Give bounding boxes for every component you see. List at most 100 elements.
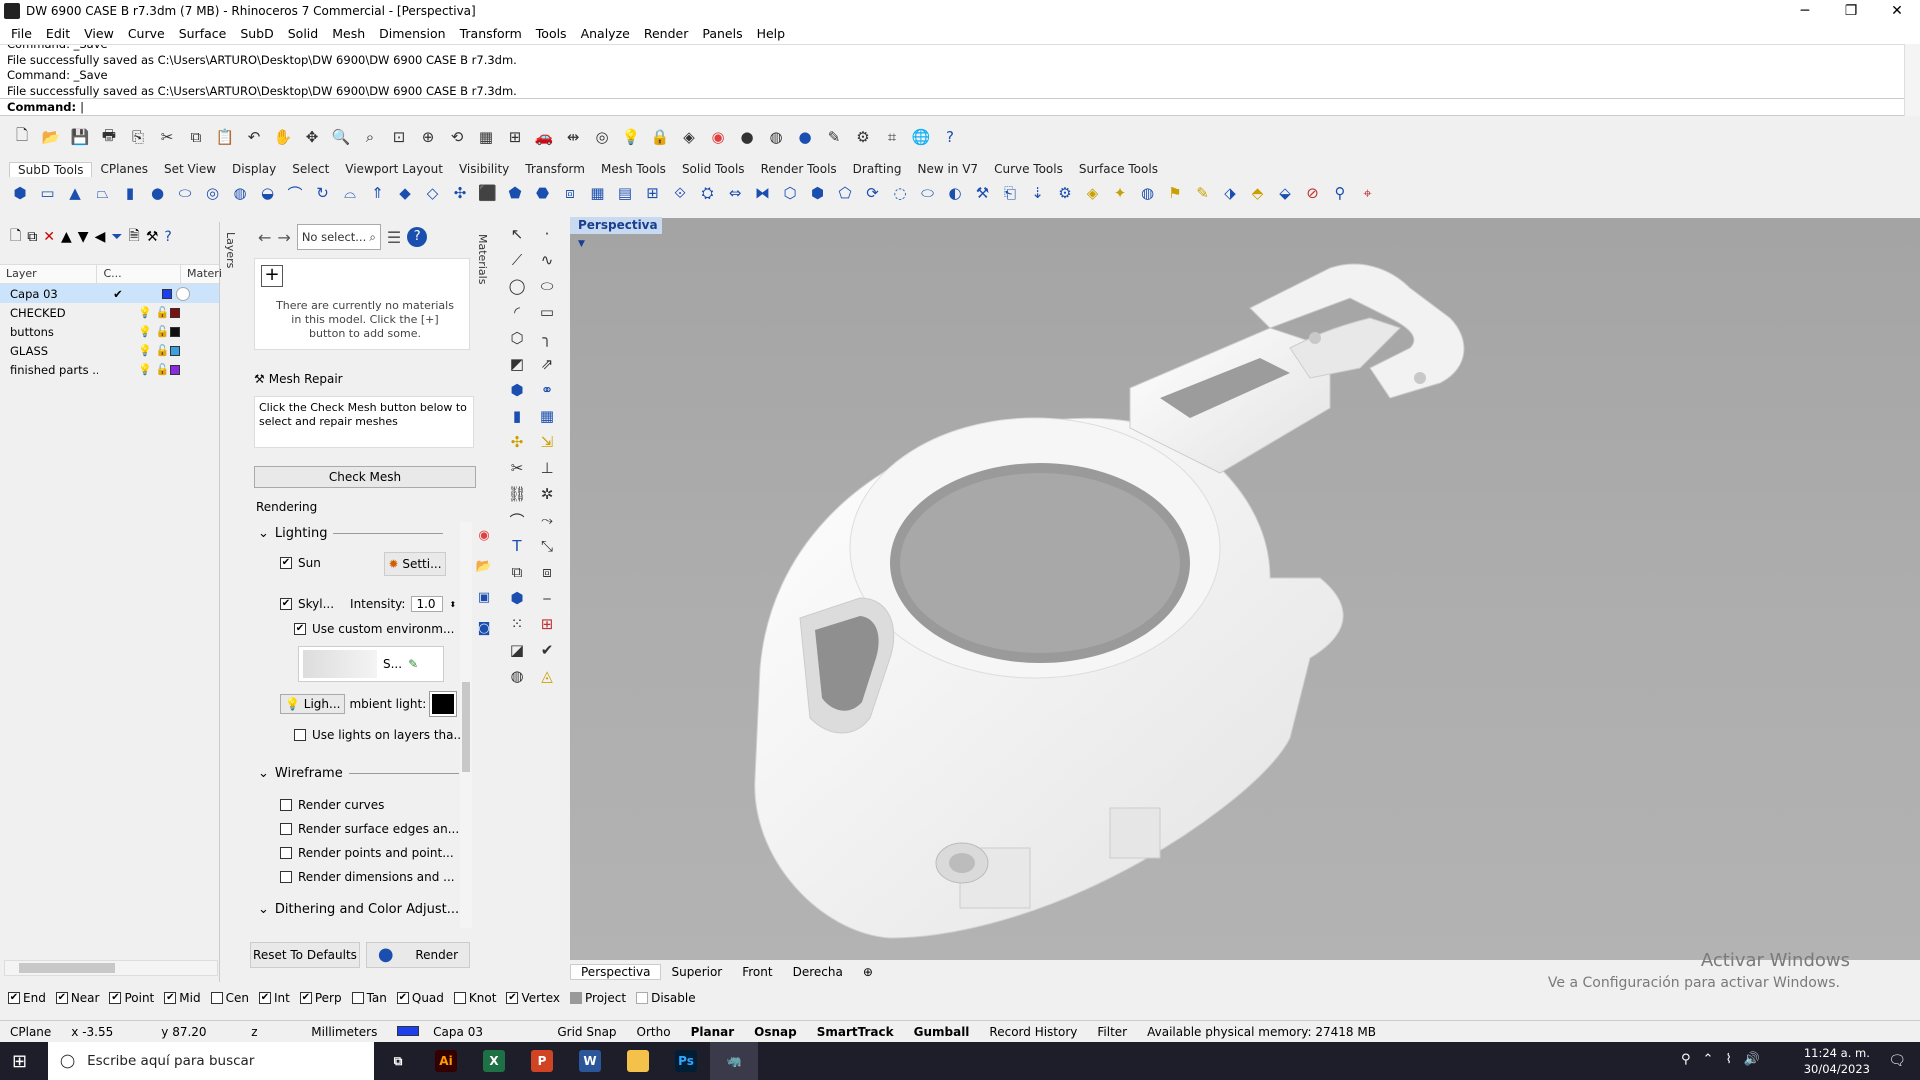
circle-icon[interactable]: ◯ (504, 274, 530, 298)
subd-orient-icon[interactable]: ⬘ (1246, 181, 1270, 205)
join-icon[interactable]: ⛓ (504, 482, 530, 506)
menu-dimension[interactable]: Dimension (372, 26, 452, 41)
array-icon[interactable]: ⁙ (504, 612, 530, 636)
web-icon[interactable]: 🌐 (909, 125, 933, 149)
command-history[interactable]: Command: _Save File successfully saved a… (0, 44, 1920, 98)
layer-icon[interactable]: ◈ (677, 125, 701, 149)
help-icon[interactable]: ? (407, 227, 428, 247)
explode-icon[interactable]: ✲ (534, 482, 560, 506)
menu-analyze[interactable]: Analyze (574, 26, 637, 41)
subd-grid-icon[interactable]: ⊞ (641, 181, 665, 205)
bulb-icon[interactable]: 💡 (138, 306, 152, 319)
color-wheel-icon[interactable]: ◉ (478, 528, 489, 543)
subd-disable-icon[interactable]: ⊘ (1301, 181, 1325, 205)
split-icon[interactable]: ⊥ (534, 456, 560, 480)
light-icon[interactable]: ◬ (534, 664, 560, 688)
status-cplane[interactable]: CPlane (0, 1025, 61, 1039)
undo-icon[interactable]: ↶ (242, 125, 266, 149)
rendering-scrollbar[interactable] (460, 522, 472, 928)
status-planar[interactable]: Planar (681, 1025, 745, 1039)
tools-icon[interactable]: 🗎 (129, 225, 140, 249)
zoom-extents-icon[interactable]: ⊡ (387, 125, 411, 149)
wireframe-section[interactable]: ⌄ Wireframe (258, 766, 459, 781)
subd-display-icon[interactable]: ⬭ (916, 181, 940, 205)
subd-symmetry-icon[interactable]: ⧓ (751, 181, 775, 205)
environment-selector[interactable]: S... ✎ (298, 646, 444, 682)
lighting-section[interactable]: ⌄ Lighting (258, 526, 444, 541)
file-explorer-icon[interactable] (614, 1042, 662, 1080)
subd-cone-icon[interactable]: ▲ (63, 181, 87, 205)
render-points-option[interactable]: Render points and point... (280, 846, 454, 860)
lock-icon[interactable]: 🔓 (156, 363, 170, 376)
intensity-input[interactable]: 1.0 (411, 596, 444, 612)
options-icon[interactable]: ⚙ (851, 125, 875, 149)
box-icon[interactable]: ⬢ (504, 378, 530, 402)
subd-brush-icon[interactable]: ✎ (1191, 181, 1215, 205)
surface-icon[interactable]: ◩ (504, 352, 530, 376)
tab-display[interactable]: Display (224, 162, 284, 176)
tab-derecha[interactable]: Derecha (783, 965, 853, 979)
network-icon[interactable]: ⚲ (1681, 1052, 1691, 1067)
taskbar-search[interactable]: ◯ Escribe aquí para buscar (48, 1042, 374, 1080)
select-icon[interactable]: ◎ (590, 125, 614, 149)
move-down-icon[interactable]: ▼ (78, 229, 89, 245)
task-view-icon[interactable]: ⧉ (374, 1042, 422, 1080)
spinner-icon[interactable]: ⬍ (449, 600, 456, 609)
transform-icon[interactable]: ✣ (504, 430, 530, 454)
wifi-icon[interactable]: ⌇ (1725, 1052, 1731, 1067)
wrench-icon[interactable]: ⚒ (146, 229, 159, 245)
lock-icon[interactable]: 🔓 (156, 325, 170, 338)
osnap-cen[interactable]: Cen (210, 991, 249, 1005)
mesh-icon[interactable]: ▦ (534, 404, 560, 428)
lock-icon[interactable]: 🔒 (648, 125, 672, 149)
material-icon[interactable] (176, 286, 190, 301)
subd-flag-icon[interactable]: ⚑ (1163, 181, 1187, 205)
help-icon[interactable]: ? (164, 229, 171, 245)
subd-ring-icon[interactable]: ◌ (888, 181, 912, 205)
viewport-title[interactable]: Perspectiva ▼ (570, 217, 662, 249)
image-icon[interactable]: ▣ (478, 590, 490, 605)
trim-icon[interactable]: ✂ (504, 456, 530, 480)
layer-row[interactable]: Capa 03 ✔ (0, 284, 219, 303)
move-up-icon[interactable]: ▲ (61, 229, 72, 245)
tab-perspectiva[interactable]: Perspectiva (570, 964, 662, 980)
sun-checkbox[interactable]: ✔ (280, 557, 292, 569)
subd-insert-point-icon[interactable]: ✣ (448, 181, 472, 205)
custom-env-option[interactable]: ✔ Use custom environm... (294, 622, 454, 636)
subd-globe-icon[interactable]: ◍ (1136, 181, 1160, 205)
open-file-icon[interactable]: 📂 (39, 125, 63, 149)
menu-help[interactable]: Help (750, 26, 793, 41)
tab-surface-tools[interactable]: Surface Tools (1071, 162, 1166, 176)
subd-pack-icon[interactable]: ⬙ (1273, 181, 1297, 205)
tab-transform[interactable]: Transform (517, 162, 593, 176)
copy-icon[interactable]: ⧉ (184, 125, 208, 149)
lock-icon[interactable]: 🔓 (156, 344, 170, 357)
zoom-icon[interactable]: 🔍 (329, 125, 353, 149)
tab-viewport-layout[interactable]: Viewport Layout (337, 162, 451, 176)
tab-drafting[interactable]: Drafting (845, 162, 910, 176)
block-icon[interactable]: ⧈ (534, 560, 560, 584)
subd-tools-icon[interactable]: ⚒ (971, 181, 995, 205)
subd-box-icon[interactable]: ⬢ (8, 181, 32, 205)
dimension-icon[interactable]: ⇹ (561, 125, 585, 149)
menu-subd[interactable]: SubD (233, 26, 280, 41)
skylight-option[interactable]: ✔ Skyl... Intensity: 1.0 ⬍ (280, 596, 456, 612)
subd-ellipsoid-icon[interactable]: ⬭ (173, 181, 197, 205)
help-icon[interactable]: ? (938, 125, 962, 149)
boolean-icon[interactable]: ⚭ (534, 378, 560, 402)
photoshop-icon[interactable]: Ps (662, 1042, 710, 1080)
subd-weld-icon[interactable]: ⛭ (696, 181, 720, 205)
search-icon[interactable]: ⌕ (369, 227, 375, 247)
menu-panels[interactable]: Panels (695, 26, 749, 41)
subd-extract-icon[interactable]: ⎗ (998, 181, 1022, 205)
col-current[interactable]: C... (97, 264, 181, 284)
status-units[interactable]: Millimeters (301, 1025, 387, 1039)
subd-plane-icon[interactable]: ▭ (36, 181, 60, 205)
status-gumball[interactable]: Gumball (904, 1025, 980, 1039)
bulb-icon[interactable]: 💡 (138, 325, 152, 338)
chevron-up-icon[interactable]: ⌃ (1703, 1052, 1714, 1067)
tab-render-tools[interactable]: Render Tools (753, 162, 845, 176)
zoom-selected-icon[interactable]: ⊕ (416, 125, 440, 149)
subd-smooth-icon[interactable]: ◐ (943, 181, 967, 205)
subd-revolve-icon[interactable]: ↻ (311, 181, 335, 205)
